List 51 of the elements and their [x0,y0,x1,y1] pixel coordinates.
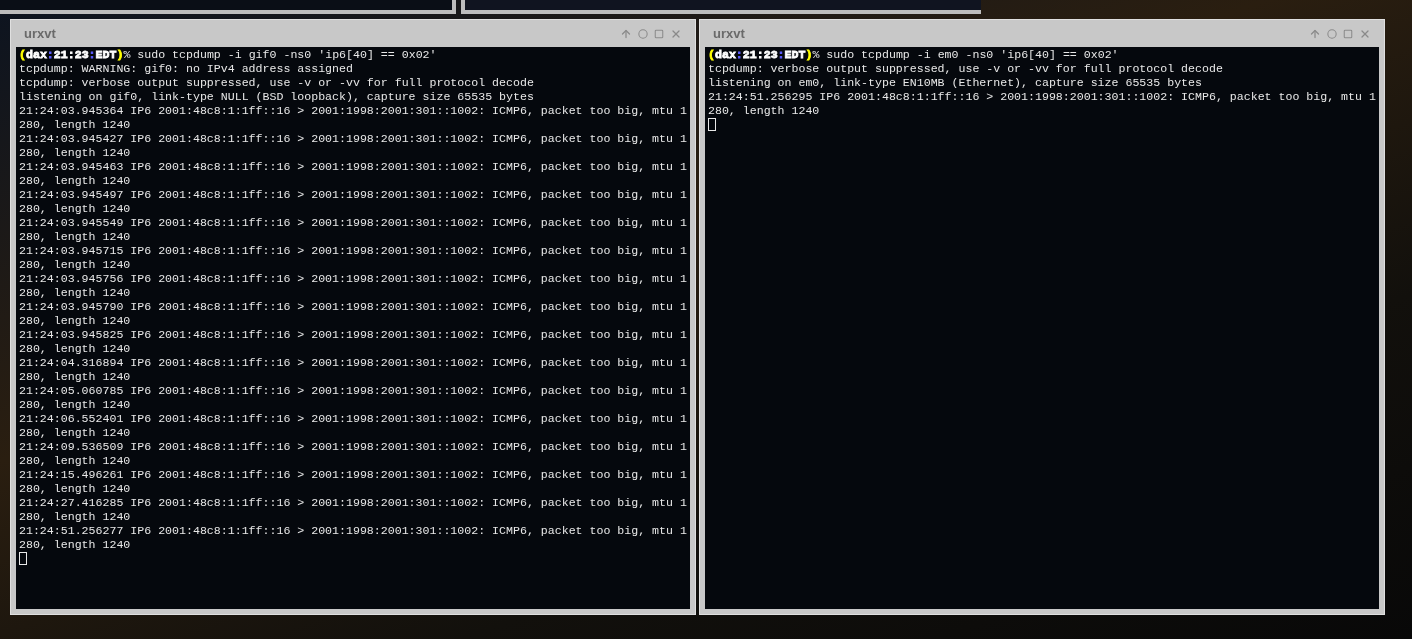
circle-icon[interactable] [1327,28,1337,39]
output-line: 280, length 1240 [708,104,821,118]
command-line: (dax:21:23:EDT)% sudo tcpdump -i gif0 -ns0 'ip6[40] == 0x02' [19,48,438,62]
output-line: 280, length 1240 [19,398,132,412]
output-line: 280, length 1240 [19,258,132,272]
cursor-icon [19,552,27,565]
output-line: 21:24:06.552401 IP6 2001:48c8:1:1ff::16 > 2001:1998:2001:301::1002: ICMP6, packet too big, mtu 1 [19,412,687,426]
output-line: 280, length 1240 [19,454,132,468]
output-line: 21:24:03.945825 IP6 2001:48c8:1:1ff::16 > 2001:1998:2001:301::1002: ICMP6, packet too big, mtu 1 [19,328,687,342]
output-line: 280, length 1240 [19,314,132,328]
output-line: 21:24:03.945715 IP6 2001:48c8:1:1ff::16 > 2001:1998:2001:301::1002: ICMP6, packet too big, mtu 1 [19,244,687,258]
cursor-icon [708,118,716,131]
output-line: 21:24:51.256295 IP6 2001:48c8:1:1ff::16 > 2001:1998:2001:301::1002: ICMP6, packet too big, mtu 1 [708,90,1376,104]
output-line: 21:24:05.060785 IP6 2001:48c8:1:1ff::16 > 2001:1998:2001:301::1002: ICMP6, packet too big, mtu 1 [19,384,687,398]
window-title: urxvt [713,24,745,43]
output-line: tcpdump: WARNING: gif0: no IPv4 address assigned [19,62,354,76]
output-line: 21:24:51.256277 IP6 2001:48c8:1:1ff::16 > 2001:1998:2001:301::1002: ICMP6, packet too big, mtu 1 [19,524,687,538]
output-line: 21:24:03.945756 IP6 2001:48c8:1:1ff::16 > 2001:1998:2001:301::1002: ICMP6, packet too big, mtu 1 [19,272,687,286]
output-line: 21:24:09.536509 IP6 2001:48c8:1:1ff::16 > 2001:1998:2001:301::1002: ICMP6, packet too big, mtu 1 [19,440,687,454]
output-line: 21:24:04.316894 IP6 2001:48c8:1:1ff::16 > 2001:1998:2001:301::1002: ICMP6, packet too big, mtu 1 [19,356,687,370]
output-line: 21:24:03.945364 IP6 2001:48c8:1:1ff::16 > 2001:1998:2001:301::1002: ICMP6, packet too big, mtu 1 [19,104,687,118]
output-line: 280, length 1240 [19,230,132,244]
output-line: 280, length 1240 [19,286,132,300]
output-line: 21:24:03.945463 IP6 2001:48c8:1:1ff::16 > 2001:1998:2001:301::1002: ICMP6, packet too big, mtu 1 [19,160,687,174]
maximize-icon[interactable] [654,28,664,39]
output-line: listening on gif0, link-type NULL (BSD loopback), capture size 65535 bytes [19,90,535,104]
output-line: 280, length 1240 [19,146,132,160]
output-line: 21:24:03.945790 IP6 2001:48c8:1:1ff::16 > 2001:1998:2001:301::1002: ICMP6, packet too big, mtu 1 [19,300,687,314]
output-line: 280, length 1240 [19,174,132,188]
command-line: (dax:21:23:EDT)% sudo tcpdump -i em0 -ns0 'ip6[40] == 0x02' [708,48,1120,62]
output-line: 21:24:03.945549 IP6 2001:48c8:1:1ff::16 > 2001:1998:2001:301::1002: ICMP6, packet too big, mtu 1 [19,216,687,230]
circle-icon[interactable] [638,28,648,39]
output-line: 280, length 1240 [19,118,132,132]
output-line: 21:24:03.945497 IP6 2001:48c8:1:1ff::16 > 2001:1998:2001:301::1002: ICMP6, packet too big, mtu 1 [19,188,687,202]
output-line: 21:24:03.945427 IP6 2001:48c8:1:1ff::16 > 2001:1998:2001:301::1002: ICMP6, packet too big, mtu 1 [19,132,687,146]
output-line: 280, length 1240 [19,510,132,524]
output-line: 280, length 1240 [19,426,132,440]
output-line: 280, length 1240 [19,370,132,384]
output-line: 21:24:15.496261 IP6 2001:48c8:1:1ff::16 > 2001:1998:2001:301::1002: ICMP6, packet too big, mtu 1 [19,468,687,482]
maximize-icon[interactable] [1343,28,1353,39]
output-line: 21:24:27.416285 IP6 2001:48c8:1:1ff::16 > 2001:1998:2001:301::1002: ICMP6, packet too big, mtu 1 [19,496,687,510]
output-line: 280, length 1240 [19,202,132,216]
output-line: 280, length 1240 [19,342,132,356]
window-title: urxvt [24,24,56,43]
output-line: listening on em0, link-type EN10MB (Ethernet), capture size 65535 bytes [708,76,1203,90]
output-line: tcpdump: verbose output suppressed, use -v or -vv for full protocol decode [708,62,1224,76]
raise-icon[interactable] [620,27,632,40]
raise-icon[interactable] [1309,27,1321,40]
output-line: 280, length 1240 [19,482,132,496]
output-line: 280, length 1240 [19,538,132,552]
output-line: tcpdump: verbose output suppressed, use -v or -vv for full protocol decode [19,76,535,90]
